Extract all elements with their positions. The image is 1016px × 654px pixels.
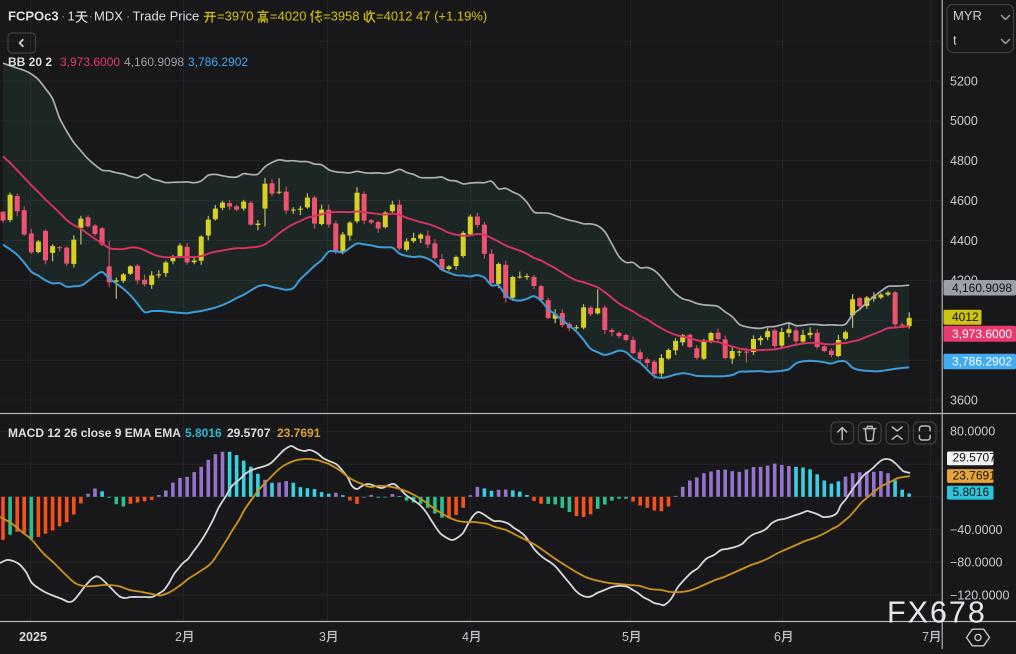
svg-text:3: 3 — [319, 630, 326, 644]
svg-text:4,160.9098: 4,160.9098 — [124, 55, 184, 69]
svg-text:5.8016: 5.8016 — [185, 426, 222, 440]
svg-text:MACD 12 26 close 9 EMA EMA: MACD 12 26 close 9 EMA EMA — [8, 426, 181, 440]
svg-text:2: 2 — [175, 630, 182, 644]
svg-text:4400: 4400 — [950, 234, 978, 248]
svg-text:4600: 4600 — [950, 194, 978, 208]
svg-text:−80.0000: −80.0000 — [950, 556, 1003, 570]
svg-text:5: 5 — [622, 630, 629, 644]
svg-text:=3970: =3970 — [217, 9, 254, 24]
svg-text:t: t — [953, 33, 957, 48]
svg-text:1: 1 — [68, 9, 75, 24]
svg-text:3600: 3600 — [950, 393, 978, 407]
svg-text:4: 4 — [462, 630, 469, 644]
svg-text:3,786.2902: 3,786.2902 — [952, 355, 1012, 369]
svg-text:47 (+1.19%): 47 (+1.19%) — [416, 9, 487, 24]
svg-text:29.5707: 29.5707 — [953, 451, 997, 465]
svg-text:3,973.6000: 3,973.6000 — [60, 55, 120, 69]
svg-text:4,160.9098: 4,160.9098 — [952, 281, 1012, 295]
svg-text:FX678: FX678 — [887, 596, 987, 630]
svg-text:4800: 4800 — [950, 154, 978, 168]
svg-text:5.8016: 5.8016 — [953, 485, 990, 499]
svg-text:BB 20 2: BB 20 2 — [8, 55, 52, 69]
svg-text:FCPOc3: FCPOc3 — [8, 9, 59, 24]
svg-text:−40.0000: −40.0000 — [950, 523, 1003, 537]
svg-text:6: 6 — [774, 630, 781, 644]
svg-text:80.0000: 80.0000 — [950, 425, 995, 439]
svg-text:23.7691: 23.7691 — [953, 468, 997, 482]
svg-text:7: 7 — [922, 630, 929, 644]
svg-text:·: · — [61, 9, 65, 24]
svg-text:3,973.6000: 3,973.6000 — [952, 327, 1012, 341]
svg-text:4012: 4012 — [952, 310, 979, 324]
svg-text:MDX: MDX — [94, 9, 123, 24]
svg-text:·: · — [89, 9, 93, 24]
svg-text:Trade Price: Trade Price — [133, 9, 200, 24]
svg-text:2025: 2025 — [19, 630, 47, 644]
svg-text:MYR: MYR — [953, 8, 982, 23]
svg-text:·: · — [126, 9, 130, 24]
svg-text:29.5707: 29.5707 — [227, 426, 271, 440]
svg-text:23.7691: 23.7691 — [277, 426, 321, 440]
svg-text:=4020: =4020 — [270, 9, 307, 24]
svg-text:5000: 5000 — [950, 114, 978, 128]
svg-text:=3958: =3958 — [323, 9, 360, 24]
svg-text:5200: 5200 — [950, 74, 978, 88]
svg-text:=4012: =4012 — [376, 9, 413, 24]
svg-text:3,786.2902: 3,786.2902 — [188, 55, 248, 69]
